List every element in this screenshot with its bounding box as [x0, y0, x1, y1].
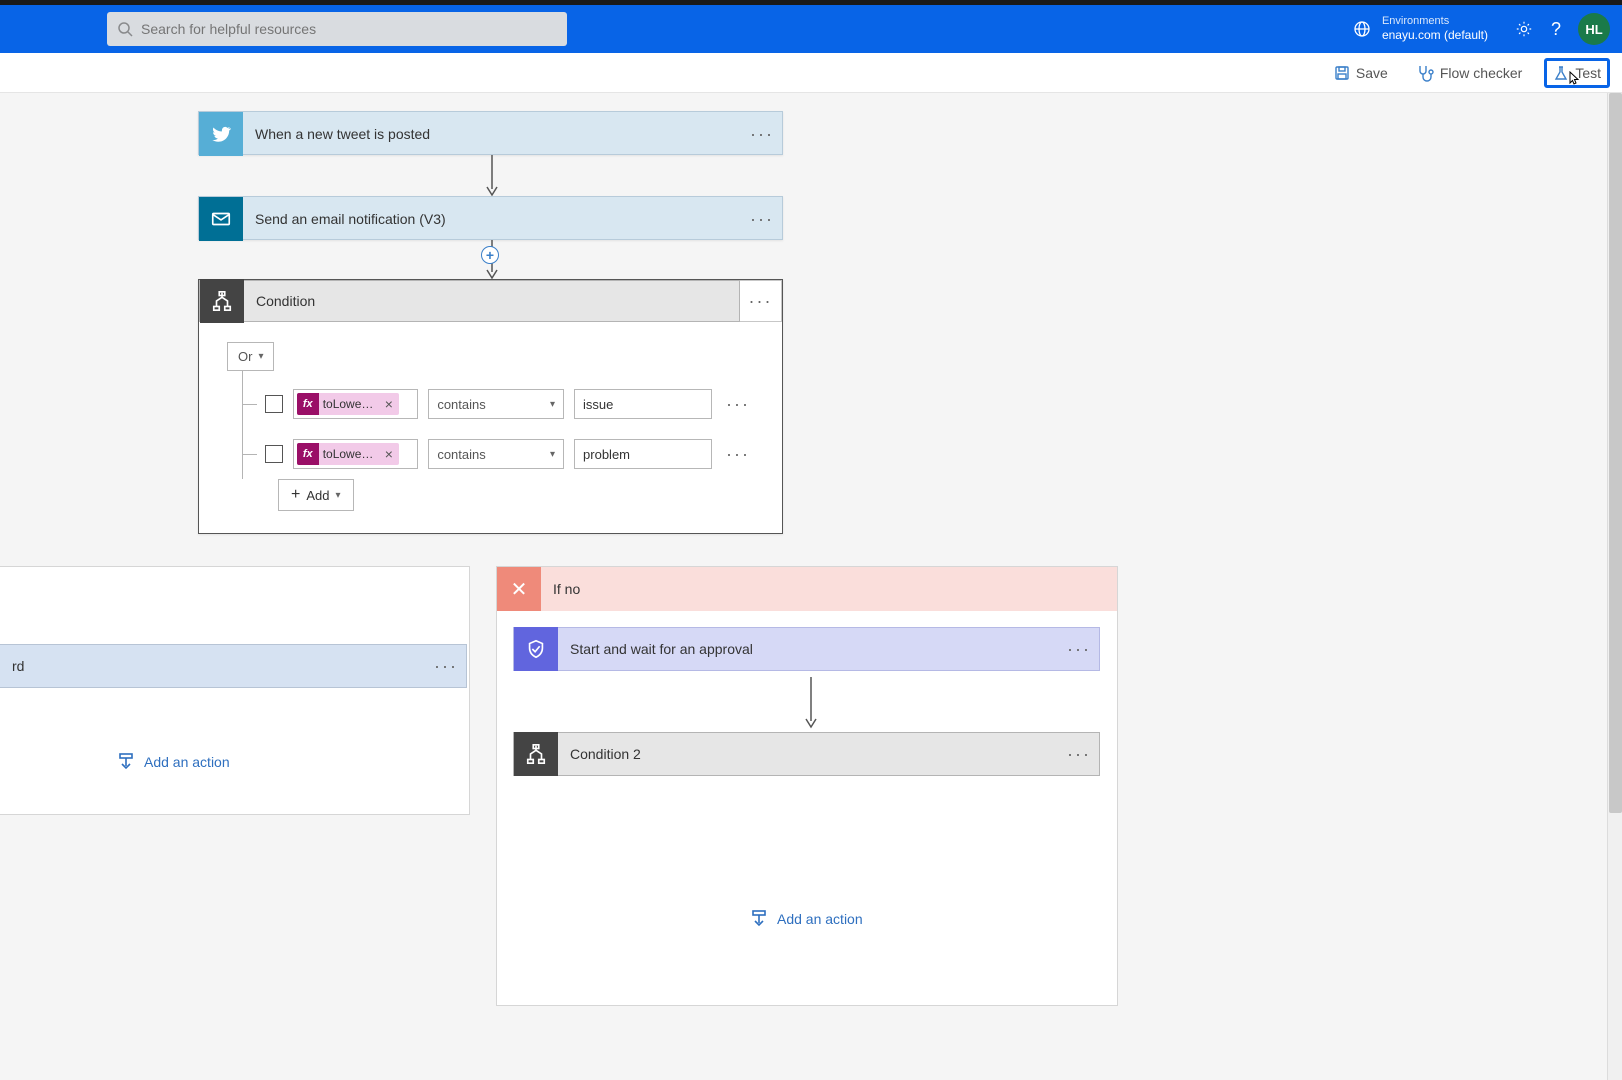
expression-text: toLower(... [319, 397, 379, 411]
operator-value: contains [437, 397, 485, 412]
row-checkbox[interactable] [265, 445, 283, 463]
mail-card[interactable]: Send an email notification (V3) ··· [198, 196, 783, 240]
fx-icon: fx [297, 443, 319, 465]
flow-checker-label: Flow checker [1440, 65, 1522, 81]
help-button[interactable]: ? [1540, 13, 1572, 45]
top-bar: Environments enayu.com (default) ? HL [0, 5, 1622, 53]
operator-dropdown[interactable]: contains ▾ [428, 389, 564, 419]
approval-card[interactable]: Start and wait for an approval ··· [513, 627, 1100, 671]
avatar[interactable]: HL [1578, 13, 1610, 45]
environment-picker[interactable]: Environments enayu.com (default) [1352, 15, 1488, 43]
operator-dropdown[interactable]: contains ▾ [428, 439, 564, 469]
remove-token-button[interactable]: × [379, 446, 399, 462]
chevron-down-icon: ▾ [258, 351, 263, 362]
environment-icon [1352, 19, 1372, 39]
save-label: Save [1356, 65, 1388, 81]
condition-row: fx toLower(... × contains ▾ ··· [243, 429, 754, 479]
add-condition-button[interactable]: + Add ▾ [278, 479, 354, 511]
insert-step-button[interactable]: + [481, 246, 499, 264]
expression-input[interactable]: fx toLower(... × [293, 389, 419, 419]
condition-group-operator[interactable]: Or ▾ [227, 342, 274, 371]
expression-input[interactable]: fx toLower(... × [293, 439, 419, 469]
value-input[interactable] [574, 439, 712, 469]
gear-icon [1515, 20, 1533, 38]
remove-token-button[interactable]: × [379, 396, 399, 412]
stethoscope-icon [1416, 64, 1434, 82]
add-action-button[interactable]: Add an action [749, 909, 863, 929]
x-icon: ✕ [497, 567, 541, 611]
search-icon [117, 21, 133, 37]
action-bar: Save Flow checker Test [0, 53, 1622, 93]
chevron-down-icon: ▾ [550, 399, 555, 410]
fx-icon: fx [297, 393, 319, 415]
group-operator-label: Or [238, 349, 252, 364]
add-action-button[interactable]: Add an action [116, 752, 230, 772]
plus-icon: + [291, 486, 300, 504]
condition-icon [514, 732, 558, 776]
arrow-icon [803, 677, 819, 729]
help-icon: ? [1551, 19, 1561, 40]
add-action-label: Add an action [777, 911, 863, 927]
vertical-scrollbar[interactable] [1607, 93, 1622, 1080]
save-button[interactable]: Save [1328, 61, 1394, 85]
mail-menu[interactable]: ··· [742, 209, 782, 230]
condition2-menu[interactable]: ··· [1059, 744, 1099, 765]
condition-menu[interactable]: ··· [740, 280, 782, 322]
trigger-menu[interactable]: ··· [742, 124, 782, 145]
condition2-card[interactable]: Condition 2 ··· [513, 732, 1100, 776]
condition-row: fx toLower(... × contains ▾ ··· [243, 379, 754, 429]
if-no-header: ✕ If no [497, 567, 1117, 611]
test-button[interactable]: Test [1544, 58, 1610, 88]
add-label: Add [306, 488, 329, 503]
yes-action-menu[interactable]: ··· [426, 656, 466, 677]
scrollbar-thumb[interactable] [1609, 93, 1622, 813]
chevron-down-icon: ▾ [335, 490, 340, 501]
add-action-label: Add an action [144, 754, 230, 770]
flow-checker-button[interactable]: Flow checker [1410, 60, 1528, 86]
if-no-branch: ✕ If no Start and wait for an approval ·… [496, 566, 1118, 1006]
trigger-card[interactable]: When a new tweet is posted ··· [198, 111, 783, 155]
condition-title: Condition [244, 293, 739, 309]
chevron-down-icon: ▾ [550, 449, 555, 460]
if-yes-branch: rd ··· Add an action [0, 566, 470, 815]
row-menu[interactable]: ··· [722, 444, 754, 465]
add-action-icon [116, 752, 136, 772]
row-checkbox[interactable] [265, 395, 283, 413]
yes-action-card[interactable]: rd ··· [0, 644, 467, 688]
approval-title: Start and wait for an approval [558, 641, 1059, 657]
if-no-title: If no [541, 581, 592, 597]
condition2-title: Condition 2 [558, 746, 1059, 762]
search-input[interactable] [141, 21, 557, 37]
trigger-title: When a new tweet is posted [243, 126, 742, 142]
mail-icon [199, 197, 243, 241]
operator-value: contains [437, 447, 485, 462]
condition-icon [200, 279, 244, 323]
approval-menu[interactable]: ··· [1059, 639, 1099, 660]
save-icon [1334, 65, 1350, 81]
flow-canvas[interactable]: When a new tweet is posted ··· Send an e… [0, 93, 1622, 1080]
environment-label: Environments [1382, 15, 1488, 28]
condition-card[interactable]: Condition ··· Or ▾ fx toLower(... [198, 279, 783, 534]
value-input[interactable] [574, 389, 712, 419]
mail-title: Send an email notification (V3) [243, 211, 742, 227]
arrow-icon [484, 155, 500, 197]
environment-name: enayu.com (default) [1382, 28, 1488, 42]
twitter-icon [199, 112, 243, 156]
yes-action-title: rd [0, 658, 426, 674]
settings-button[interactable] [1508, 13, 1540, 45]
cursor-icon [1565, 71, 1581, 87]
add-action-icon [749, 909, 769, 929]
expression-text: toLower(... [319, 447, 379, 461]
search-box[interactable] [107, 12, 567, 46]
approval-icon [514, 627, 558, 671]
row-menu[interactable]: ··· [722, 394, 754, 415]
